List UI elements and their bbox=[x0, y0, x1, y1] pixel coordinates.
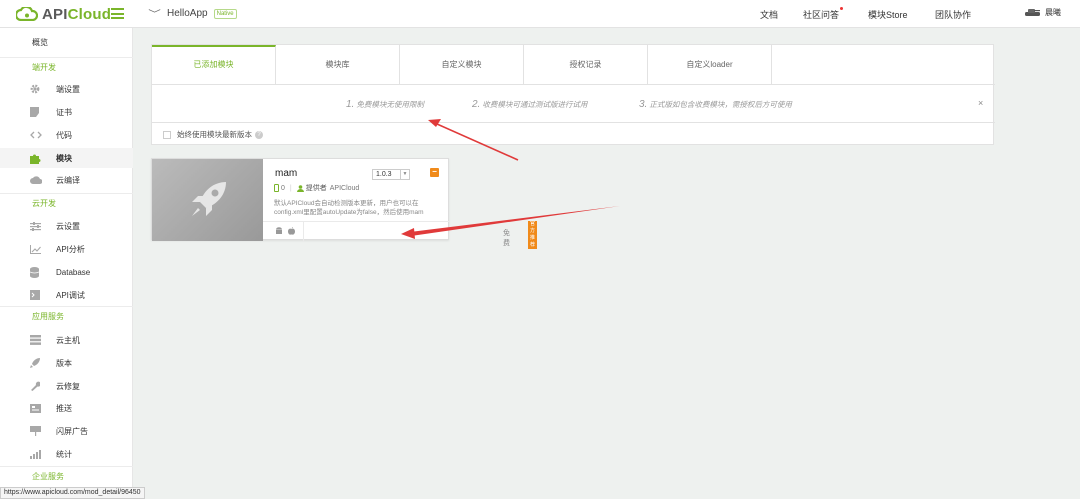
tab-license-records[interactable]: 授权记录 bbox=[524, 45, 648, 85]
sidebar-item-push[interactable]: 推送 bbox=[0, 398, 133, 418]
nav-community[interactable]: 社区问答 bbox=[803, 7, 844, 21]
sidebar-item-version[interactable]: 版本 bbox=[0, 353, 133, 373]
sidebar-item-statistics[interactable]: 统计 bbox=[0, 444, 133, 464]
notification-dot bbox=[840, 7, 844, 10]
chevron-down-icon: ﹀ bbox=[148, 9, 161, 19]
sidebar-section-client: 端开发 bbox=[0, 57, 133, 77]
notice-step-1: 1. 免费模块无使用限制 bbox=[346, 99, 424, 110]
nav-docs[interactable]: 文档 bbox=[760, 8, 778, 21]
notice-step-2: 2. 收费模块可通过测试版进行试用 bbox=[472, 99, 588, 110]
sidebar-item-label: API分析 bbox=[56, 244, 85, 254]
sidebar-item-cloud-host[interactable]: 云主机 bbox=[0, 330, 133, 350]
tab-module-library[interactable]: 模块库 bbox=[276, 45, 400, 85]
sidebar-item-cloud-compile[interactable]: 云编译 bbox=[0, 170, 133, 190]
app-switcher[interactable]: ﹀ HelloApp Native bbox=[148, 7, 237, 20]
usage-notice: 1. 免费模块无使用限制 2. 收费模块可通过测试版进行试用 3. 正式版如包含收费模… bbox=[152, 85, 995, 123]
sidebar-item-overview[interactable]: 概览 bbox=[32, 37, 48, 48]
sidebar-item-api-debug[interactable]: API调试 bbox=[0, 285, 133, 305]
android-icon bbox=[276, 227, 282, 234]
top-bar: APICloud ﹀ HelloApp Native 文档 社区问答 模块Sto… bbox=[0, 0, 1080, 28]
sidebar-item-label: Database bbox=[56, 267, 91, 277]
module-thumbnail[interactable] bbox=[152, 159, 263, 241]
always-latest-option[interactable]: 始终使用模块最新版本 ? bbox=[163, 129, 263, 140]
modules-panel: 已添加模块 模块库 自定义模块 授权记录 自定义loader 1. 免费模块无使用… bbox=[151, 44, 995, 145]
sidebar-item-label: API调试 bbox=[56, 290, 85, 300]
sidebar-item-client-settings[interactable]: 端设置 bbox=[0, 79, 133, 99]
version-value: 1.0.3 bbox=[376, 171, 392, 178]
chevron-down-icon: ▼ bbox=[400, 170, 409, 179]
sidebar-item-label: 版本 bbox=[56, 358, 72, 368]
provider-name[interactable]: APICloud bbox=[330, 185, 360, 192]
remove-module-button[interactable]: − bbox=[430, 168, 439, 177]
footer-divider bbox=[303, 222, 304, 242]
sidebar-item-label: 模块 bbox=[56, 153, 72, 163]
browser-status-url: https://www.apicloud.com/mod_detail/9645… bbox=[0, 487, 145, 499]
hamburger-menu-icon[interactable] bbox=[111, 8, 124, 19]
module-card[interactable]: mam 1.0.3 ▼ − 0 | 提供者 APICloud 默认APIClou… bbox=[151, 158, 538, 249]
notice-step-3: 3. 正式版如包含收费模块，需授权后方可使用 bbox=[639, 99, 792, 110]
sidebar-section-enterprise: 企业服务 bbox=[0, 466, 133, 486]
nav-team[interactable]: 团队协作 bbox=[935, 8, 971, 21]
sidebar-item-label: 推送 bbox=[56, 403, 72, 413]
close-icon[interactable]: × bbox=[978, 98, 983, 108]
version-select[interactable]: 1.0.3 ▼ bbox=[372, 169, 410, 180]
cloud-logo-icon bbox=[16, 7, 38, 21]
sidebar-item-certificate[interactable]: 证书 bbox=[0, 102, 133, 122]
sidebar-item-code[interactable]: 代码 bbox=[0, 125, 133, 145]
module-count: 0 bbox=[281, 184, 285, 192]
app-name: HelloApp bbox=[167, 8, 208, 19]
module-meta: 0 | 提供者 APICloud bbox=[274, 183, 359, 193]
platform-icons bbox=[275, 227, 295, 235]
app-type-badge: Native bbox=[213, 8, 237, 19]
apple-icon bbox=[288, 227, 295, 235]
always-latest-checkbox[interactable] bbox=[163, 130, 171, 139]
price-label: 免费 bbox=[503, 230, 510, 247]
module-tabs: 已添加模块 模块库 自定义模块 授权记录 自定义loader bbox=[152, 45, 995, 85]
sidebar-item-database[interactable]: Database bbox=[0, 262, 133, 282]
sidebar-item-label: 闪屏广告 bbox=[56, 426, 88, 436]
sidebar-item-splash-ad[interactable]: 闪屏广告 bbox=[0, 421, 133, 441]
sidebar-item-api-analysis[interactable]: API分析 bbox=[0, 239, 133, 259]
nav-module-store[interactable]: 模块Store bbox=[868, 8, 908, 21]
sidebar-item-label: 云修复 bbox=[56, 381, 80, 391]
avatar-icon bbox=[1025, 9, 1040, 16]
sidebar-item-label: 云设置 bbox=[56, 221, 80, 231]
user-name: 晨曦 bbox=[1045, 8, 1061, 17]
tab-custom-loader[interactable]: 自定义loader bbox=[648, 45, 772, 85]
apicloud-logo[interactable]: APICloud bbox=[16, 5, 111, 23]
module-name[interactable]: mam bbox=[275, 168, 297, 179]
sidebar-item-cloud-fix[interactable]: 云修复 bbox=[0, 376, 133, 396]
sidebar-item-label: 代码 bbox=[56, 130, 72, 140]
sidebar: 概览 端开发 端设置 证书 代码 模块 云编译 云开发 云设置 API分析 Da… bbox=[0, 28, 133, 499]
tab-custom-modules[interactable]: 自定义模块 bbox=[400, 45, 524, 85]
sidebar-item-modules[interactable]: 模块 bbox=[0, 148, 133, 168]
sidebar-item-label: 端设置 bbox=[56, 84, 80, 94]
user-icon bbox=[296, 184, 304, 192]
tab-added-modules[interactable]: 已添加模块 bbox=[152, 45, 276, 85]
recommend-badge: 官方推荐 bbox=[528, 221, 538, 249]
sidebar-section-cloud: 云开发 bbox=[0, 193, 133, 213]
logo-text: APICloud bbox=[42, 5, 112, 23]
sidebar-item-label: 统计 bbox=[56, 449, 72, 459]
sidebar-item-label: 云编译 bbox=[56, 175, 80, 185]
sidebar-item-label: 云主机 bbox=[56, 335, 80, 345]
sidebar-section-app-services: 应用服务 bbox=[0, 306, 133, 326]
rocket-icon bbox=[191, 182, 226, 216]
sidebar-item-label: 证书 bbox=[56, 107, 72, 117]
provider-label: 提供者 bbox=[305, 185, 327, 192]
phone-icon bbox=[274, 184, 279, 192]
always-latest-label: 始终使用模块最新版本 bbox=[177, 130, 252, 139]
sidebar-item-cloud-settings[interactable]: 云设置 bbox=[0, 216, 133, 236]
module-card-footer: 免费 官方推荐 bbox=[263, 221, 538, 249]
user-menu[interactable]: 晨曦 bbox=[1024, 7, 1061, 18]
help-icon[interactable]: ? bbox=[255, 130, 263, 139]
